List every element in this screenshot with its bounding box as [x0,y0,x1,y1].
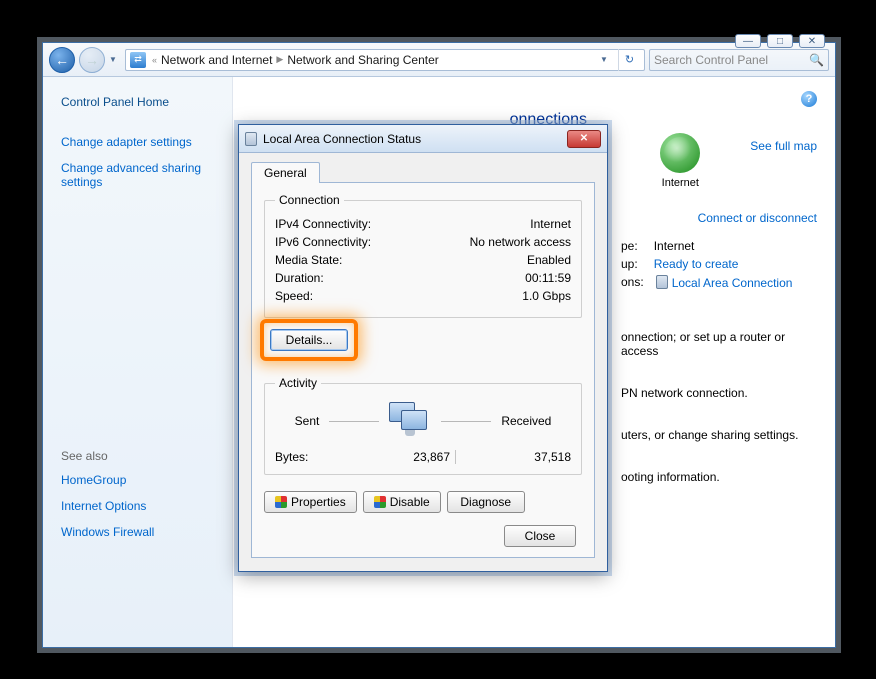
bytes-label: Bytes: [275,450,335,464]
bytes-sent-value: 23,867 [340,450,450,464]
homegroup-label: up: [621,257,638,271]
see-full-map-link[interactable]: See full map [750,139,817,153]
refresh-button[interactable]: ↻ [618,49,640,71]
activity-group-label: Activity [275,376,321,390]
dialog-close-button[interactable]: ✕ [567,130,601,148]
homegroup-value-link[interactable]: Ready to create [654,257,739,271]
connection-group-label: Connection [275,193,344,207]
control-panel-home-link[interactable]: Control Panel Home [61,95,220,109]
access-type-label: pe: [621,239,638,253]
details-button[interactable]: Details... [270,329,348,351]
globe-icon [660,133,700,173]
body-line-3: uters, or change sharing settings. [621,428,817,442]
body-line-4: ooting information. [621,470,817,484]
sent-label: Sent [295,414,320,428]
internet-node: Internet [660,133,700,189]
ipv4-value: Internet [530,217,571,231]
search-placeholder: Search Control Panel [654,53,768,67]
received-label: Received [501,414,551,428]
disable-button[interactable]: Disable [363,491,441,513]
history-dropdown-icon[interactable]: ▼ [109,55,121,64]
search-input[interactable]: Search Control Panel 🔍 [649,49,829,71]
adapter-icon [245,132,257,146]
connect-disconnect-link[interactable]: Connect or disconnect [698,211,817,225]
forward-button[interactable]: → [79,47,105,73]
sidebar-item-homegroup[interactable]: HomeGroup [61,473,220,487]
shield-icon [275,496,287,508]
ipv6-label: IPv6 Connectivity: [275,235,371,249]
shield-icon [374,496,386,508]
activity-group: Activity Sent Received Bytes: 23,867 37,… [264,376,582,475]
close-window-button[interactable]: ✕ [799,34,825,48]
breadcrumb[interactable]: « Network and Internet ▶ Network and Sha… [152,53,439,67]
search-icon: 🔍 [809,53,824,67]
line-icon [441,421,491,422]
connection-group: Connection IPv4 Connectivity: Internet IP… [264,193,582,318]
tab-general[interactable]: General [251,162,320,183]
line-icon [329,421,379,422]
ipv6-value: No network access [470,235,571,249]
address-dropdown-icon[interactable]: ▼ [600,55,612,64]
navigation-bar: ← → ▼ ⇄ « Network and Internet ▶ Network… [43,43,835,77]
local-area-connection-link[interactable]: Local Area Connection [672,276,793,290]
dialog-title: Local Area Connection Status [263,132,421,146]
internet-label: Internet [662,177,699,189]
maximize-button[interactable]: □ [767,34,793,48]
breadcrumb-level2[interactable]: Network and Sharing Center [287,53,438,67]
minimize-button[interactable]: — [735,34,761,48]
speed-label: Speed: [275,289,313,303]
network-activity-icon [389,402,431,440]
chevron-left-icon: « [152,55,157,65]
chevron-right-icon: ▶ [276,54,283,65]
connection-status-dialog: Local Area Connection Status ✕ General C… [238,124,608,572]
adapter-icon [656,275,668,289]
duration-value: 00:11:59 [525,271,571,285]
speed-value: 1.0 Gbps [522,289,571,303]
sidebar-item-advanced-sharing[interactable]: Change advanced sharing settings [61,161,220,189]
sidebar-item-internet-options[interactable]: Internet Options [61,499,220,513]
properties-button[interactable]: Properties [264,491,357,513]
connections-label: ons: [621,275,644,290]
sidebar: Control Panel Home Change adapter settin… [43,77,233,647]
diagnose-button[interactable]: Diagnose [447,491,525,513]
details-button-highlight: Details... [260,319,358,361]
duration-label: Duration: [275,271,324,285]
access-type-value: Internet [654,239,695,253]
breadcrumb-level1[interactable]: Network and Internet [161,53,272,67]
network-sharing-icon: ⇄ [130,52,146,68]
close-button[interactable]: Close [504,525,576,547]
body-line-1: onnection; or set up a router or access [621,330,817,358]
sidebar-item-windows-firewall[interactable]: Windows Firewall [61,525,220,539]
help-icon[interactable]: ? [801,91,817,107]
see-also-heading: See also [61,449,220,463]
tab-panel-general: Connection IPv4 Connectivity: Internet IP… [251,182,595,558]
body-line-2: PN network connection. [621,386,817,400]
address-bar[interactable]: ⇄ « Network and Internet ▶ Network and S… [125,49,645,71]
media-state-value: Enabled [527,253,571,267]
ipv4-label: IPv4 Connectivity: [275,217,371,231]
media-state-label: Media State: [275,253,342,267]
sidebar-item-adapter-settings[interactable]: Change adapter settings [61,135,220,149]
dialog-titlebar[interactable]: Local Area Connection Status ✕ [239,125,607,153]
back-button[interactable]: ← [49,47,75,73]
window-caption-buttons: — □ ✕ [731,34,829,48]
bytes-received-value: 37,518 [461,450,571,464]
